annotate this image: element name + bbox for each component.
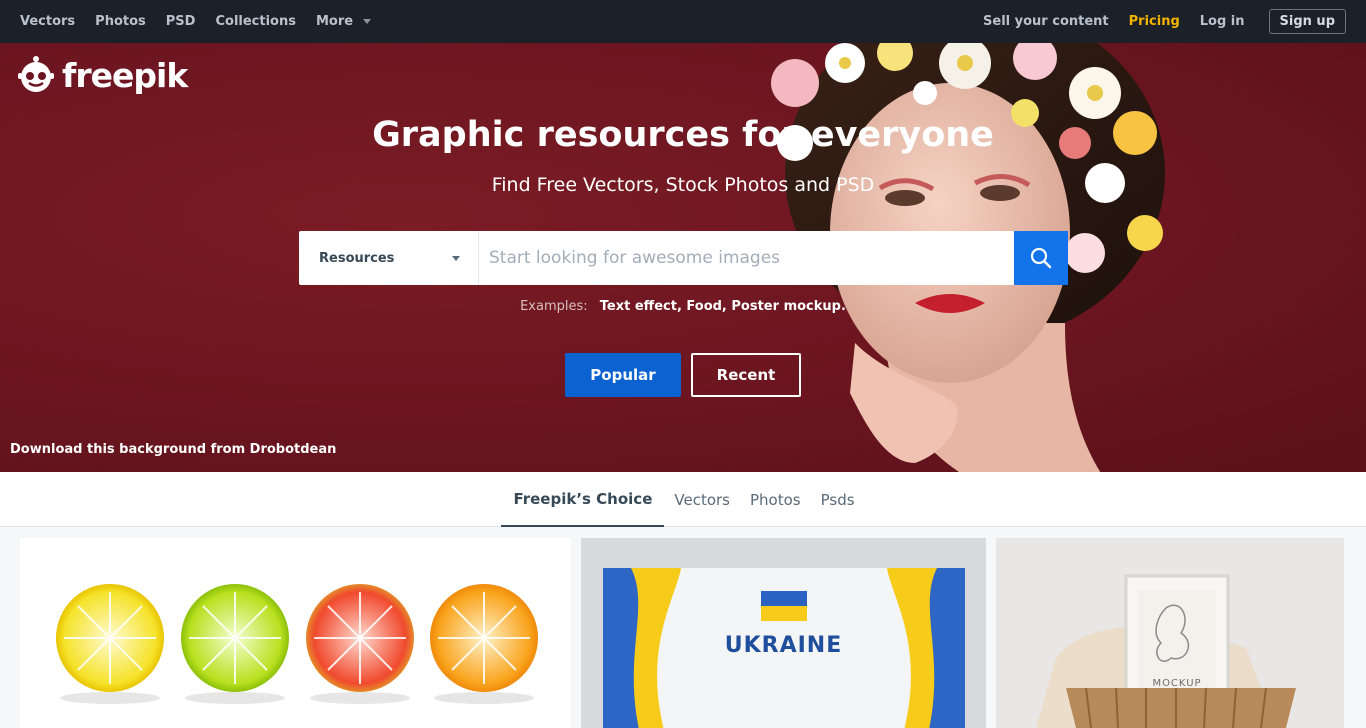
frame-mockup-image (996, 538, 1344, 728)
freepik-logo[interactable]: freepik (16, 55, 188, 95)
sell-content-link[interactable]: Sell your content (983, 14, 1109, 29)
resource-card-citrus[interactable] (20, 538, 571, 728)
search-examples: Examples: Text effect, Food, Poster mock… (0, 299, 1366, 314)
hero-subtitle: Find Free Vectors, Stock Photos and PSD (491, 174, 875, 196)
examples-links[interactable]: Text effect, Food, Poster mockup. (600, 299, 846, 314)
nav-collections[interactable]: Collections (215, 14, 296, 29)
nav-photos[interactable]: Photos (95, 14, 146, 29)
nav-right: Sell your content Pricing Log in Sign up (963, 9, 1346, 34)
pricing-link[interactable]: Pricing (1129, 14, 1180, 29)
examples-label: Examples: (520, 299, 588, 314)
resource-card-ukraine[interactable]: UKRAINE (581, 538, 986, 728)
chevron-down-icon (363, 19, 372, 24)
search-button[interactable] (1014, 231, 1068, 285)
nav-vectors[interactable]: Vectors (20, 14, 75, 29)
tab-photos[interactable]: Photos (740, 472, 811, 527)
logo-text: freepik (62, 55, 188, 95)
login-link[interactable]: Log in (1200, 14, 1245, 29)
freepik-logo-icon (18, 56, 54, 92)
tab-psds[interactable]: Psds (811, 472, 865, 527)
citrus-slices-image (56, 584, 538, 704)
hero-banner: freepik Graphic resources for everyone F… (0, 43, 1366, 472)
nav-psd[interactable]: PSD (166, 14, 196, 29)
chevron-down-icon (452, 255, 460, 261)
recent-button[interactable]: Recent (691, 353, 801, 397)
search-bar: Resources (299, 231, 1068, 285)
content-tabs: Freepik’s Choice Vectors Photos Psds (0, 472, 1366, 527)
search-input[interactable] (479, 231, 1014, 285)
resource-type-label: Resources (319, 250, 395, 266)
signup-button[interactable]: Sign up (1268, 9, 1346, 34)
popular-button[interactable]: Popular (565, 353, 681, 397)
resource-card-mockup[interactable]: MOCKUP (996, 538, 1344, 728)
nav-more[interactable]: More (315, 14, 372, 29)
tab-vectors[interactable]: Vectors (664, 472, 740, 527)
tab-freepiks-choice[interactable]: Freepik’s Choice (501, 472, 665, 527)
hero-title: Graphic resources for everyone (372, 115, 994, 155)
nav-more-label: More (315, 14, 354, 29)
mockup-label: MOCKUP (1152, 678, 1202, 689)
top-navigation: Vectors Photos PSD Collections More Sell… (0, 0, 1366, 43)
search-icon (1030, 247, 1052, 269)
nav-left: Vectors Photos PSD Collections More (20, 14, 391, 29)
resource-type-select[interactable]: Resources (299, 231, 479, 285)
ukraine-title: UKRAINE (724, 633, 843, 658)
background-credit-link[interactable]: Download this background from Drobotdean (10, 442, 336, 457)
